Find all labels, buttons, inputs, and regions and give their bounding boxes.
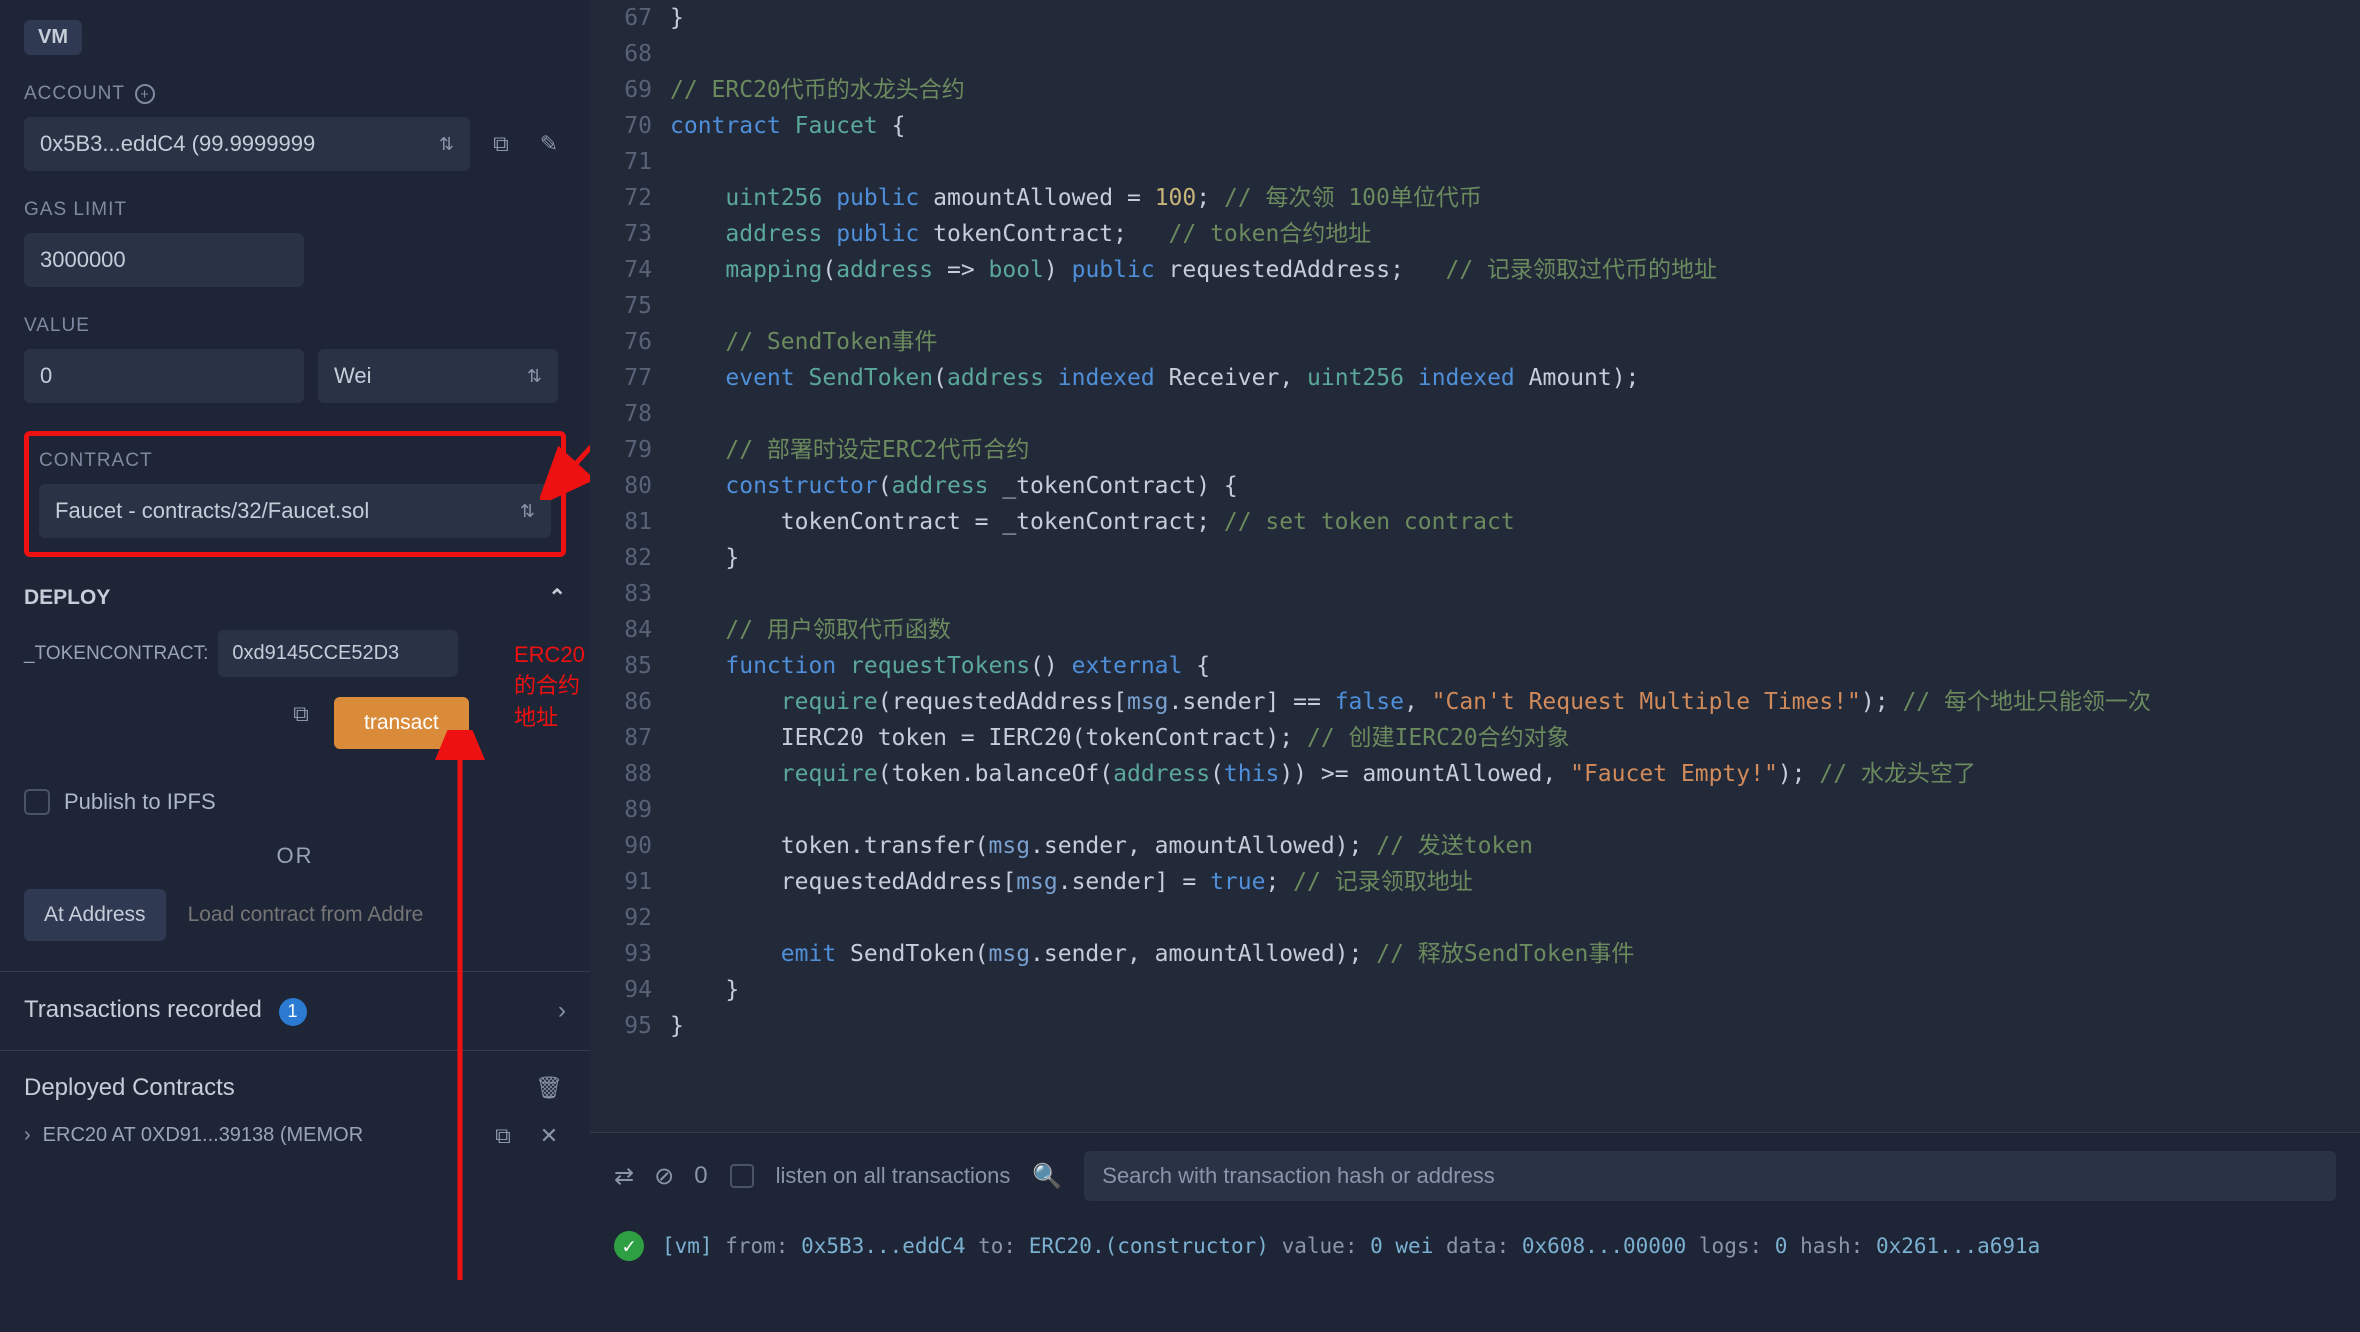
log-logs-val: 0 [1775, 1234, 1788, 1258]
value-label: VALUE [24, 315, 566, 337]
log-data-key: data: [1446, 1234, 1509, 1258]
tx-recorded-label: Transactions recorded [24, 996, 262, 1023]
annotation-erc20-address: ERC20的合约地址 [514, 642, 585, 732]
code-editor[interactable]: 6768697071727374757677787980818283848586… [590, 0, 2360, 1132]
line-gutter: 6768697071727374757677787980818283848586… [590, 0, 670, 1132]
account-label: ACCOUNT + [24, 83, 566, 105]
contract-label: CONTRACT [39, 450, 551, 472]
search-icon[interactable]: 🔍 [1032, 1162, 1062, 1191]
toggle-terminal-icon[interactable]: ⇄ [614, 1162, 634, 1191]
deploy-sidebar: VM ACCOUNT + 0x5B3...eddC4 (99.9999999 ⇅… [0, 0, 590, 1332]
log-value-key: value: [1282, 1234, 1358, 1258]
value-unit: Wei [334, 363, 372, 389]
editor-pane: 6768697071727374757677787980818283848586… [590, 0, 2360, 1332]
contract-select[interactable]: Faucet - contracts/32/Faucet.sol ⇅ [39, 484, 551, 538]
listen-checkbox[interactable] [730, 1164, 754, 1188]
log-logs-key: logs: [1699, 1234, 1762, 1258]
account-select[interactable]: 0x5B3...eddC4 (99.9999999 ⇅ [24, 117, 470, 171]
gas-limit-input[interactable] [24, 233, 304, 287]
copy-icon[interactable]: ⧉ [486, 1119, 520, 1153]
deploy-label: DEPLOY [24, 586, 110, 610]
publish-ipfs-checkbox[interactable] [24, 789, 50, 815]
chevron-right-icon: › [558, 997, 566, 1025]
log-hash-key: hash: [1800, 1234, 1863, 1258]
plus-icon[interactable]: + [135, 84, 155, 104]
deployed-contracts-section: Deployed Contracts 🗑 › ERC20 AT 0XD91...… [0, 1050, 590, 1163]
tx-count-badge: 1 [279, 998, 307, 1026]
clear-icon[interactable]: ⊘ [654, 1162, 674, 1191]
log-to-val: ERC20.(constructor) [1029, 1234, 1269, 1258]
terminal-search-input[interactable]: Search with transaction hash or address [1084, 1151, 2336, 1201]
value-input[interactable] [24, 349, 304, 403]
success-icon: ✓ [614, 1231, 644, 1261]
gas-limit-label: GAS LIMIT [24, 199, 566, 221]
account-value: 0x5B3...eddC4 (99.9999999 [40, 131, 315, 157]
listen-label: listen on all transactions [776, 1163, 1011, 1189]
contract-value: Faucet - contracts/32/Faucet.sol [55, 498, 369, 524]
log-to-key: to: [978, 1234, 1016, 1258]
tokencontract-param-input[interactable] [218, 630, 458, 677]
log-data-val: 0x608...00000 [1522, 1234, 1686, 1258]
chevron-right-icon: › [24, 1124, 31, 1147]
copy-icon[interactable]: ⧉ [484, 127, 518, 161]
deploy-header[interactable]: DEPLOY ⌃ [24, 585, 566, 610]
chevron-up-icon: ⌃ [548, 585, 566, 610]
edit-icon[interactable]: ✎ [532, 127, 566, 161]
log-env: [vm] [662, 1234, 713, 1258]
chevron-updown-icon: ⇅ [527, 366, 542, 387]
transactions-recorded-row[interactable]: Transactions recorded 1 › [0, 971, 590, 1050]
terminal-panel: ⇄ ⊘ 0 listen on all transactions 🔍 Searc… [590, 1132, 2360, 1332]
tokencontract-param-label: _TOKENCONTRACT: [24, 643, 208, 665]
code-content: }// ERC20代币的水龙头合约contract Faucet { uint2… [670, 0, 2360, 1132]
terminal-log-line[interactable]: ✓ [vm] from: 0x5B3...eddC4 to: ERC20.(co… [614, 1231, 2336, 1261]
log-value-val: 0 wei [1370, 1234, 1433, 1258]
close-icon[interactable]: ✕ [532, 1119, 566, 1153]
contract-section-highlight: CONTRACT Faucet - contracts/32/Faucet.so… [24, 431, 566, 557]
publish-ipfs-label: Publish to IPFS [64, 789, 216, 815]
or-divider: OR [24, 843, 566, 869]
trash-icon[interactable]: 🗑 [532, 1071, 566, 1105]
chevron-updown-icon: ⇅ [439, 134, 454, 155]
deployed-contract-name: ERC20 AT 0XD91...39138 (MEMOR [43, 1124, 474, 1147]
value-unit-select[interactable]: Wei ⇅ [318, 349, 558, 403]
terminal-search-placeholder: Search with transaction hash or address [1102, 1163, 1495, 1188]
pending-count: 0 [694, 1162, 707, 1190]
load-address-input[interactable] [180, 889, 566, 941]
chevron-updown-icon: ⇅ [520, 501, 535, 522]
deployed-contracts-label: Deployed Contracts [24, 1074, 235, 1102]
deployed-contract-item[interactable]: › ERC20 AT 0XD91...39138 (MEMOR ⧉ ✕ [24, 1119, 566, 1153]
transact-button[interactable]: transact [334, 697, 469, 749]
log-from-val: 0x5B3...eddC4 [801, 1234, 965, 1258]
account-label-text: ACCOUNT [24, 83, 125, 105]
at-address-button[interactable]: At Address [24, 889, 166, 941]
environment-badge: VM [24, 20, 82, 55]
copy-icon[interactable]: ⧉ [284, 697, 318, 731]
log-hash-val: 0x261...a691a [1876, 1234, 2040, 1258]
log-from-key: from: [725, 1234, 788, 1258]
